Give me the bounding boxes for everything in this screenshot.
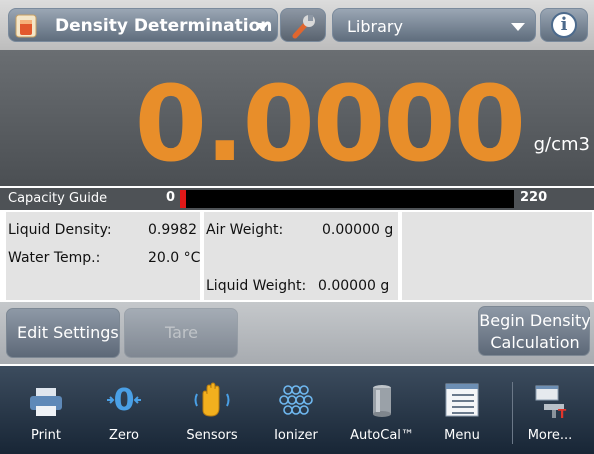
toolbar-divider <box>512 382 513 444</box>
begin-label-line2: Calculation <box>490 333 580 352</box>
liquid-weight-label: Liquid Weight: <box>206 278 307 294</box>
water-temp-label: Water Temp.: <box>8 250 101 266</box>
results-cell-liquid: Liquid Density: 0.9982 Water Temp.: 20.0… <box>6 212 200 300</box>
info-icon: i <box>551 12 577 38</box>
chevron-down-icon <box>255 23 269 31</box>
ionizer-label: Ionizer <box>274 428 318 443</box>
menu-button[interactable]: Menu <box>426 366 498 454</box>
density-determination-screen: Density Determination Library i 0.0000 g… <box>0 0 594 454</box>
svg-text:0: 0 <box>114 383 135 418</box>
reading-display: 0.0000 g/cm3 <box>0 50 594 186</box>
water-temp-value: 20.0 °C <box>148 250 201 266</box>
zero-button[interactable]: 0 Zero <box>88 366 160 454</box>
zero-label: Zero <box>109 428 139 443</box>
autocal-button[interactable]: AutoCal™ <box>346 366 418 454</box>
capacity-bar <box>180 190 514 208</box>
capacity-fill <box>180 190 186 208</box>
calibration-weight-icon <box>373 385 391 417</box>
density-reading: 0.0000 <box>134 63 526 185</box>
density-app-icon <box>15 14 37 38</box>
air-weight-label: Air Weight: <box>206 222 284 238</box>
zero-icon: 0 <box>107 383 141 418</box>
chevron-down-icon <box>511 23 525 31</box>
results-cell-empty <box>402 212 592 300</box>
print-label: Print <box>31 428 61 443</box>
tare-button[interactable]: Tare <box>124 308 238 358</box>
svg-text:T: T <box>558 407 567 420</box>
air-weight-value: 0.00000 g <box>322 222 394 238</box>
more-icon: T <box>535 385 567 420</box>
capacity-guide-label: Capacity Guide <box>8 191 108 206</box>
capacity-max: 220 <box>520 190 548 205</box>
reading-unit: g/cm3 <box>533 134 590 155</box>
printer-icon <box>30 388 62 416</box>
menu-icon <box>445 383 479 417</box>
more-button[interactable]: T More... <box>514 366 586 454</box>
library-selector[interactable]: Library <box>332 8 536 42</box>
application-selector[interactable]: Density Determination <box>8 8 278 42</box>
print-button[interactable]: Print <box>10 366 82 454</box>
application-title: Density Determination <box>55 16 273 36</box>
capacity-guide: Capacity Guide 0 220 <box>0 188 594 210</box>
ionizer-button[interactable]: Ionizer <box>260 366 332 454</box>
sensors-button[interactable]: Sensors <box>176 366 248 454</box>
action-bar: Edit Settings Tare Begin Density Calcula… <box>0 302 594 364</box>
sensors-label: Sensors <box>186 428 238 443</box>
menu-label: Menu <box>444 428 480 443</box>
begin-density-calculation-button[interactable]: Begin Density Calculation <box>478 306 591 356</box>
results-panel: Liquid Density: 0.9982 Water Temp.: 20.0… <box>6 212 592 300</box>
ionizer-icon <box>279 385 313 415</box>
settings-button[interactable] <box>280 8 326 42</box>
info-button[interactable]: i <box>540 8 588 42</box>
autocal-label: AutoCal™ <box>350 428 414 443</box>
bottom-toolbar: Print 0 Zero Sensors Ionizer AutoCal™ Me… <box>0 366 594 454</box>
results-cell-weights: Air Weight: 0.00000 g Liquid Weight: 0.0… <box>204 212 398 300</box>
edit-settings-button[interactable]: Edit Settings <box>6 308 120 358</box>
hand-sensor-icon <box>194 382 230 417</box>
more-label: More... <box>527 428 573 443</box>
liquid-weight-value: 0.00000 g <box>318 278 390 294</box>
liquid-density-value: 0.9982 <box>148 222 197 238</box>
top-bar: Density Determination Library i <box>0 0 594 50</box>
wrench-icon <box>292 15 315 39</box>
tare-label: Tare <box>165 323 198 342</box>
capacity-min: 0 <box>166 190 176 205</box>
edit-settings-label: Edit Settings <box>17 323 119 342</box>
liquid-density-label: Liquid Density: <box>8 222 112 238</box>
begin-label-line1: Begin Density <box>479 311 591 330</box>
library-label: Library <box>347 17 403 36</box>
